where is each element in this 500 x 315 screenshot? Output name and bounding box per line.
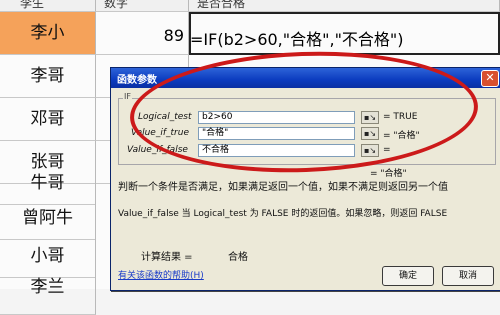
cell-name-5-text: 牛哥 bbox=[30, 173, 65, 193]
cell-name-1[interactable]: 李小 bbox=[0, 12, 96, 55]
close-icon[interactable]: ✕ bbox=[481, 70, 499, 87]
calc-result-label: 计算结果 = bbox=[141, 252, 193, 263]
column-header-name[interactable]: 李生 bbox=[0, 0, 96, 12]
column-header-pass[interactable]: 是否合格 bbox=[189, 0, 500, 12]
cell-formula-1-text: =IF(b2>60,"合格","不合格") bbox=[190, 30, 404, 49]
cell-number-1-value: 89 bbox=[163, 26, 184, 45]
parameter-description: Value_if_false 当 Logical_test 为 FALSE 时的… bbox=[118, 209, 448, 219]
function-help-link[interactable]: 有关该函数的帮助(H) bbox=[118, 268, 204, 281]
cell-name-7-text: 小哥 bbox=[30, 246, 65, 266]
column-header-pass-label: 是否合格 bbox=[197, 0, 246, 10]
cell-name-1-text: 李小 bbox=[30, 23, 65, 43]
cell-name-2-text: 李哥 bbox=[30, 66, 65, 86]
column-header-name-label: 李生 bbox=[20, 0, 45, 10]
cell-name-8-text: 李兰 bbox=[30, 277, 65, 297]
cell-name-6[interactable]: 曾阿牛 bbox=[0, 197, 96, 240]
cell-name-2[interactable]: 李哥 bbox=[0, 55, 96, 98]
ok-button[interactable]: 确定 bbox=[382, 266, 434, 286]
function-description: 判断一个条件是否满足，如果满足返回一个值，如果不满足则返回另一个值 bbox=[118, 182, 448, 193]
cell-name-3-text: 邓哥 bbox=[30, 109, 65, 129]
function-name-label: IF bbox=[123, 92, 132, 101]
column-header-number[interactable]: 数字 bbox=[96, 0, 189, 12]
cancel-button[interactable]: 取消 bbox=[442, 266, 494, 286]
cell-name-8[interactable]: 李兰 bbox=[0, 272, 96, 315]
cell-name-3[interactable]: 邓哥 bbox=[0, 98, 96, 141]
column-header-number-label: 数字 bbox=[104, 0, 129, 10]
cell-name-6-text: 曾阿牛 bbox=[22, 208, 73, 228]
calc-result-value: 合格 bbox=[228, 252, 248, 263]
dialog-title: 函数参数 bbox=[117, 75, 157, 86]
